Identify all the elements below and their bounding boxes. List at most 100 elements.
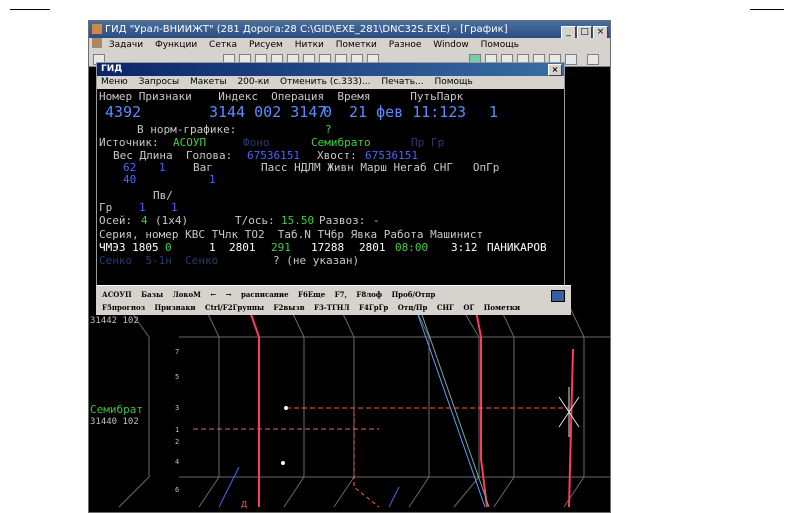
position-marker	[284, 406, 288, 410]
dialog-title: ГИД	[101, 64, 123, 74]
axles-value[interactable]: 4	[141, 215, 148, 227]
hotkey-right[interactable]: →	[226, 290, 232, 299]
track-number-label: 5	[175, 373, 179, 381]
hotkey-bar-icon[interactable]	[551, 290, 565, 302]
loco-header: Серия, номер КВС ТЧлк ТО2 Таб.N ТЧбр Явк…	[99, 228, 484, 241]
yavka-value[interactable]: 08:00	[395, 242, 428, 254]
toolbar-button-18[interactable]	[565, 54, 577, 65]
menu-item-grid[interactable]: Сетка	[209, 40, 237, 50]
train-thread-dashed	[353, 412, 380, 508]
loco-suffix[interactable]: 0	[165, 242, 172, 254]
hotkey-f5[interactable]: F5прогноз	[102, 303, 145, 312]
hotkey-marks[interactable]: Пометки	[484, 303, 520, 312]
menu-item-threads[interactable]: Нитки	[295, 40, 324, 50]
track-number-label: 1	[175, 426, 179, 434]
train-thread-red	[472, 294, 488, 508]
menu-item-misc[interactable]: Разное	[389, 40, 422, 50]
dialog-menu-200[interactable]: 200-ки	[237, 77, 269, 87]
dialog-menu-menu[interactable]: Меню	[101, 77, 128, 87]
menu-item-window[interactable]: Window	[433, 40, 469, 50]
park-value[interactable]: 1	[489, 104, 498, 120]
norm-value[interactable]: ?	[325, 124, 332, 136]
tab-n-value[interactable]: 17288	[311, 242, 344, 254]
station-label: Семибрат	[90, 403, 143, 416]
grid-line	[333, 294, 355, 508]
app-icon	[92, 24, 102, 34]
wagons-value[interactable]: 1	[209, 174, 216, 186]
train-info-dialog: ГИД × Меню Запросы Макеты 200-ки Отменит…	[96, 62, 565, 286]
grid-line	[493, 294, 515, 508]
train-threads	[193, 294, 580, 508]
hotkey-f7[interactable]: F7,	[335, 290, 347, 299]
main-menubar: Задачи Функции Сетка Рисуем Нитки Пометк…	[89, 38, 610, 52]
hotkey-asoup[interactable]: АСОУП	[102, 290, 132, 299]
last-row-dim: Сенко 5-1н Сенко	[99, 254, 219, 267]
graph-side-label: 31442 102	[90, 316, 139, 326]
operation-time[interactable]: 21 фев 11:12	[349, 104, 457, 120]
hotkey-groups[interactable]: Ctrl/F2Группы	[205, 303, 264, 312]
hotkey-schedule[interactable]: расписание	[241, 290, 289, 299]
driver-value[interactable]: ПАНИКАРОВ	[487, 242, 547, 254]
hotkey-f6[interactable]: F6Еще	[298, 290, 325, 299]
train-index[interactable]: 3144 002 3147	[209, 104, 326, 120]
hotkey-attributes[interactable]: Признаки	[155, 303, 196, 312]
gr-value-2[interactable]: 1	[171, 202, 178, 214]
station-value[interactable]: Семибрато	[311, 137, 371, 149]
tchlk-value[interactable]: 2801	[229, 242, 256, 254]
rabota-value[interactable]: 3:12	[451, 242, 478, 254]
operation-code[interactable]: 0	[323, 104, 332, 120]
track-number-label: 4	[175, 458, 179, 466]
dialog-menu-queries[interactable]: Запросы	[139, 77, 179, 87]
close-icon[interactable]: ×	[548, 64, 562, 76]
menu-item-help[interactable]: Помощь	[481, 40, 519, 50]
hotkey-f4[interactable]: F4ГрГр	[359, 303, 388, 312]
track-numbers: 7 5 3 1 2 4 6	[175, 348, 179, 494]
axles-extra: (1х4)	[155, 214, 189, 227]
menu-item-functions[interactable]: Функции	[155, 40, 197, 50]
hotkey-arrival-departure[interactable]: Проб/Отпр	[392, 290, 436, 299]
hotkey-bases[interactable]: Базы	[141, 290, 163, 299]
train-thread-blue	[416, 311, 486, 508]
gr-value-1[interactable]: 1	[139, 202, 146, 214]
tos-value[interactable]: 15.50	[281, 215, 314, 227]
source-dim2: Пр Гр	[411, 136, 445, 149]
hotkey-f3[interactable]: F3-ТГНЛ	[314, 303, 350, 312]
to2-value[interactable]: 291	[271, 242, 291, 254]
dialog-menu-layouts[interactable]: Макеты	[190, 77, 227, 87]
dialog-menu-print[interactable]: Печать...	[381, 77, 423, 87]
toolbar-button-19[interactable]	[587, 54, 599, 65]
hotkey-row-2: F5прогноз Признаки Ctrl/F2Группы F2вызв …	[102, 303, 527, 312]
hotkey-otc[interactable]: Отц/Пр	[398, 303, 428, 312]
grid-line	[118, 294, 150, 508]
dialog-menu-cancel[interactable]: Отменить (с.333)...	[280, 77, 370, 87]
hotkey-sng[interactable]: СНГ	[437, 303, 454, 312]
razvoz-value[interactable]: -	[373, 215, 380, 227]
menu-item-marks[interactable]: Пометки	[336, 40, 377, 50]
dialog-menu-help[interactable]: Помощь	[434, 77, 472, 87]
menu-item-draw[interactable]: Рисуем	[249, 40, 283, 50]
train-thread-red	[568, 348, 574, 508]
norm-label: В норм-графике:	[137, 123, 237, 136]
weight-value-2[interactable]: 40	[123, 174, 136, 186]
train-number[interactable]: 4392	[105, 104, 141, 120]
window-title: ГИД "Урал-ВНИИЖТ" (281 Дорога:28 C:\GID\…	[105, 24, 508, 35]
tos-label: Т/ось:	[235, 214, 275, 227]
length-value[interactable]: 1	[159, 162, 166, 174]
hotkey-f2[interactable]: F2вызв	[274, 303, 305, 312]
track-value[interactable]: 3	[457, 104, 466, 120]
grid-line	[198, 294, 220, 508]
menu-item-tasks[interactable]: Задачи	[109, 40, 143, 50]
hotkey-left[interactable]: ←	[210, 290, 216, 299]
tchbr-value[interactable]: 2801	[359, 242, 386, 254]
loco-series[interactable]: ЧМЭЗ 1805	[99, 242, 159, 254]
hotkey-og[interactable]: ОГ	[463, 303, 474, 312]
hotkey-locom[interactable]: ЛокоМ	[173, 290, 201, 299]
grid-line	[453, 294, 480, 508]
hotkey-f8[interactable]: F8лоф	[356, 290, 382, 299]
source-value[interactable]: АСОУП	[173, 137, 206, 149]
grid-line	[563, 294, 585, 508]
kvs-value[interactable]: 1	[209, 242, 216, 254]
last-row: ? (не указан)	[273, 254, 360, 267]
train-thread-cross	[388, 486, 400, 508]
main-titlebar: ГИД "Урал-ВНИИЖТ" (281 Дорога:28 C:\GID\…	[89, 21, 610, 39]
